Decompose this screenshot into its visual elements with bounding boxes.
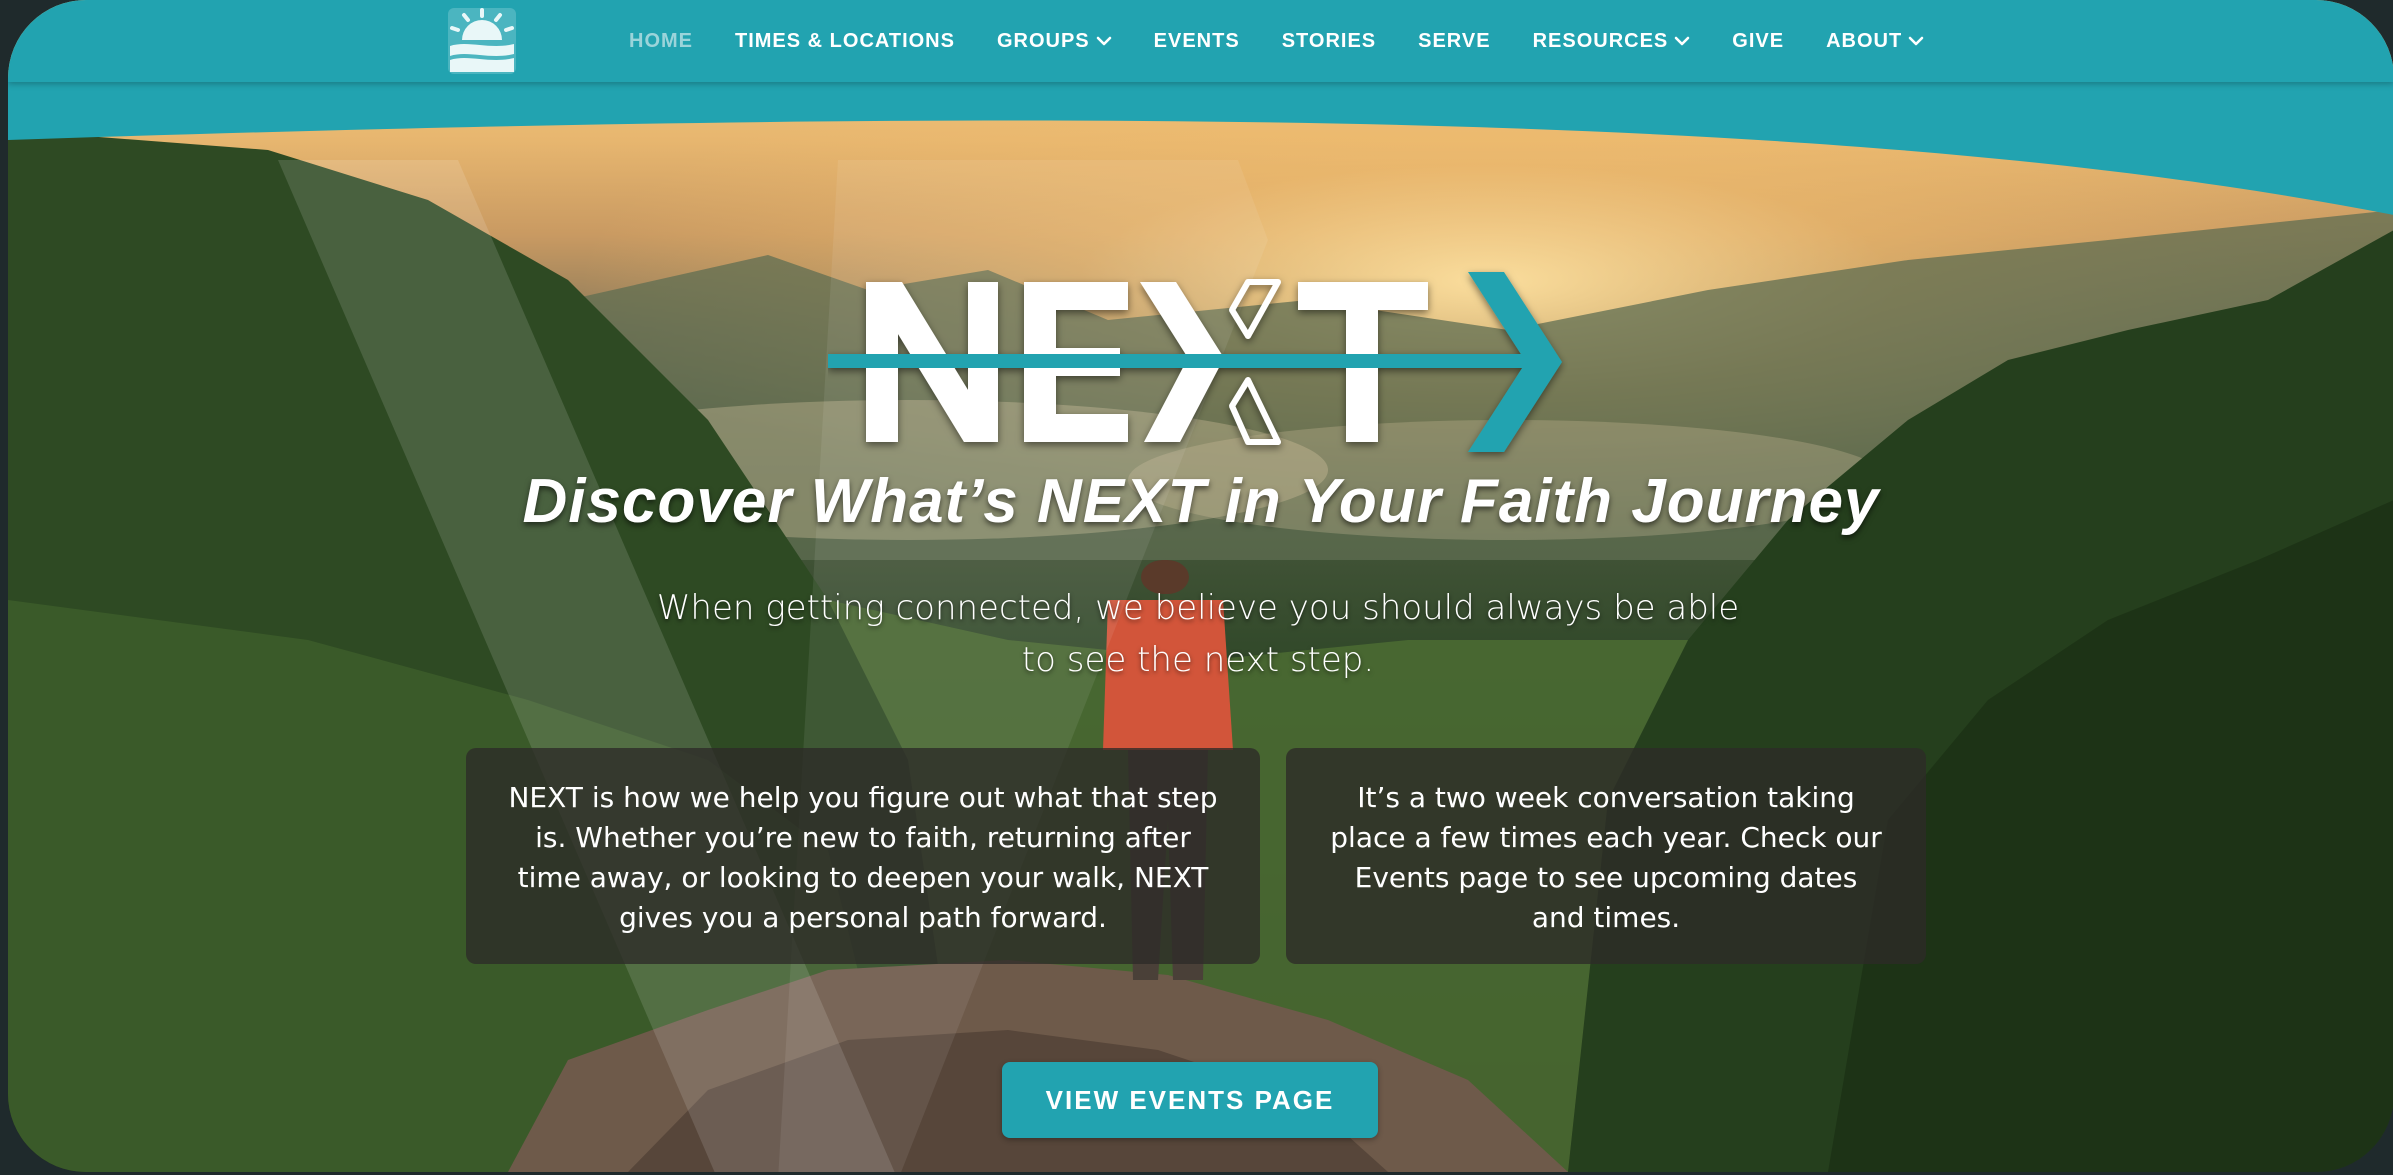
nav-groups-label: GROUPS [996,29,1090,52]
nav-times-locations[interactable]: TIMES & LOCATIONS [714,0,976,82]
nav-home[interactable]: HOME [608,0,714,82]
view-events-button[interactable]: VIEW EVENTS PAGE [1002,1062,1378,1138]
nav-times-locations-label: TIMES & LOCATIONS [735,29,955,52]
top-navigation: HOME TIMES & LOCATIONS GROUPS EVENTS STO… [8,0,2393,82]
nav-events-label: EVENTS [1153,29,1240,52]
hero-tagline: Discover What’s NEXT in Your Faith Journ… [522,467,1880,536]
nav-stories[interactable]: STORIES [1261,0,1397,82]
info-card-right-text: It’s a two week conversation taking plac… [1330,781,1882,934]
nav-home-label: HOME [629,29,693,52]
next-logo-graphic [828,272,1562,452]
browser-viewport: HOME TIMES & LOCATIONS GROUPS EVENTS STO… [8,0,2393,1172]
nav-give-label: GIVE [1732,29,1785,52]
view-events-button-label: VIEW EVENTS PAGE [1045,1084,1335,1115]
nav-serve-label: SERVE [1418,29,1491,52]
chevron-down-icon [1674,36,1690,46]
hero-intro-text: When getting connected, we believe you s… [656,588,1740,680]
info-card-right: It’s a two week conversation taking plac… [1286,748,1926,964]
nav-groups[interactable]: GROUPS [976,0,1133,82]
nav-about[interactable]: ABOUT [1805,0,1945,82]
nav-serve[interactable]: SERVE [1397,0,1511,82]
chevron-down-icon [1908,36,1924,46]
info-card-left-text: NEXT is how we help you figure out what … [508,781,1218,934]
sunrise-hills-logo-icon[interactable] [446,6,518,76]
main-menu: HOME TIMES & LOCATIONS GROUPS EVENTS STO… [608,0,1945,82]
nav-about-label: ABOUT [1826,29,1903,52]
chevron-down-icon [1096,36,1111,46]
nav-stories-label: STORIES [1281,29,1377,52]
nav-resources[interactable]: RESOURCES [1512,0,1712,82]
info-card-left: NEXT is how we help you figure out what … [466,748,1260,964]
nav-give[interactable]: GIVE [1711,0,1805,82]
nav-resources-label: RESOURCES [1532,29,1669,52]
nav-events[interactable]: EVENTS [1133,0,1261,82]
nav-curve-band [8,80,2393,215]
